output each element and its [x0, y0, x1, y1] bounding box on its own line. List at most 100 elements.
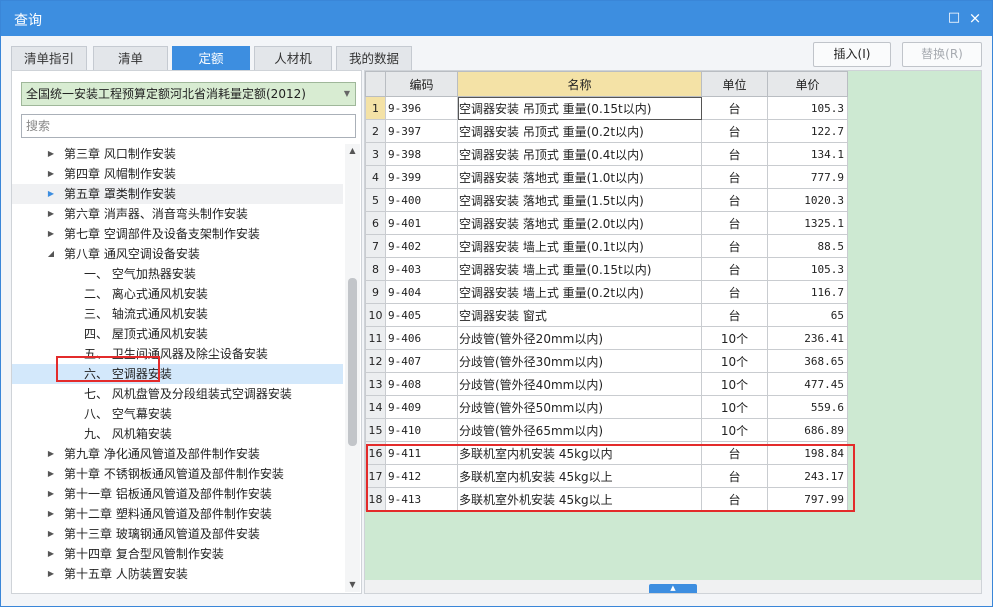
tab-my-data[interactable]: 我的数据 — [336, 46, 412, 70]
cell-code[interactable]: 9-402 — [385, 234, 458, 258]
table-row[interactable]: 3 9-398 空调器安装 吊顶式 重量(0.4t以内) 台 134.1 — [365, 142, 848, 166]
tree-scrollbar[interactable]: ▲ ▼ — [345, 144, 360, 592]
tree-section[interactable]: 九、 风机箱安装 — [12, 424, 343, 444]
row-number[interactable]: 12 — [365, 349, 386, 373]
grid-horizontal-scrollbar[interactable]: ▲ — [365, 580, 981, 593]
cell-code[interactable]: 9-399 — [385, 165, 458, 189]
tree-chapter[interactable]: ▶ 第六章 消声器、消音弯头制作安装 — [12, 204, 343, 224]
table-row[interactable]: 8 9-403 空调器安装 墙上式 重量(0.15t以内) 台 105.3 — [365, 257, 848, 281]
scroll-up-icon[interactable]: ▲ — [345, 144, 360, 158]
cell-code[interactable]: 9-407 — [385, 349, 458, 373]
cell-price[interactable]: 65 — [767, 303, 848, 327]
row-number[interactable]: 6 — [365, 211, 386, 235]
cell-name[interactable]: 空调器安装 墙上式 重量(0.15t以内) — [457, 257, 702, 281]
cell-code[interactable]: 9-401 — [385, 211, 458, 235]
table-row[interactable]: 5 9-400 空调器安装 落地式 重量(1.5t以内) 台 1020.3 — [365, 188, 848, 212]
cell-unit[interactable]: 台 — [701, 142, 768, 166]
table-row[interactable]: 12 9-407 分歧管(管外径30mm以内) 10个 368.65 — [365, 349, 848, 373]
cell-name[interactable]: 分歧管(管外径20mm以内) — [457, 326, 702, 350]
cell-name[interactable]: 空调器安装 吊顶式 重量(0.4t以内) — [457, 142, 702, 166]
row-number[interactable]: 1 — [365, 96, 386, 120]
close-icon[interactable]: × — [967, 10, 983, 26]
cell-name[interactable]: 空调器安装 窗式 — [457, 303, 702, 327]
table-row[interactable]: 6 9-401 空调器安装 落地式 重量(2.0t以内) 台 1325.1 — [365, 211, 848, 235]
tree-section[interactable]: 六、 空调器安装 — [12, 364, 343, 384]
cell-price[interactable]: 777.9 — [767, 165, 848, 189]
cell-code[interactable]: 9-400 — [385, 188, 458, 212]
cell-name[interactable]: 多联机室内机安装 45kg以上 — [457, 464, 702, 488]
table-row[interactable]: 17 9-412 多联机室内机安装 45kg以上台 243.17 — [365, 464, 848, 488]
chevron-down-icon[interactable]: ▼ — [344, 83, 350, 105]
insert-button[interactable]: 插入(I) — [813, 42, 891, 67]
cell-price[interactable]: 477.45 — [767, 372, 848, 396]
cell-price[interactable]: 686.89 — [767, 418, 848, 442]
cell-name[interactable]: 空调器安装 落地式 重量(2.0t以内) — [457, 211, 702, 235]
tab-list[interactable]: 清单 — [93, 46, 168, 70]
cell-price[interactable]: 797.99 — [767, 487, 848, 511]
table-row[interactable]: 10 9-405 空调器安装 窗式台 65 — [365, 303, 848, 327]
chevron-up-icon[interactable]: ▲ — [649, 584, 697, 593]
cell-unit[interactable]: 台 — [701, 211, 768, 235]
cell-name[interactable]: 空调器安装 吊顶式 重量(0.15t以内) — [457, 96, 702, 120]
table-row[interactable]: 11 9-406 分歧管(管外径20mm以内) 10个 236.41 — [365, 326, 848, 350]
maximize-icon[interactable]: □ — [946, 10, 962, 26]
scroll-down-icon[interactable]: ▼ — [345, 578, 360, 592]
row-number[interactable]: 11 — [365, 326, 386, 350]
cell-unit[interactable]: 台 — [701, 487, 768, 511]
chevron-right-icon[interactable]: ▶ — [46, 564, 56, 584]
quota-library-select[interactable]: 全国统一安装工程预算定额河北省消耗量定额(2012) ▼ — [21, 82, 356, 106]
chevron-right-icon[interactable]: ▶ — [46, 184, 56, 204]
header-unit[interactable]: 单位 — [701, 71, 768, 97]
cell-code[interactable]: 9-413 — [385, 487, 458, 511]
cell-unit[interactable]: 台 — [701, 257, 768, 281]
tree-section[interactable]: 二、 离心式通风机安装 — [12, 284, 343, 304]
tree-chapter[interactable]: ◢ 第八章 通风空调设备安装 — [12, 244, 343, 264]
cell-code[interactable]: 9-406 — [385, 326, 458, 350]
tree-chapter[interactable]: ▶ 第七章 空调部件及设备支架制作安装 — [12, 224, 343, 244]
tree-chapter[interactable]: ▶ 第五章 罩类制作安装 — [12, 184, 343, 204]
row-number[interactable]: 9 — [365, 280, 386, 304]
tree-section[interactable]: 四、 屋顶式通风机安装 — [12, 324, 343, 344]
cell-name[interactable]: 多联机室外机安装 45kg以上 — [457, 487, 702, 511]
cell-price[interactable]: 198.84 — [767, 441, 848, 465]
tab-quota[interactable]: 定额 — [172, 46, 250, 70]
row-number[interactable]: 8 — [365, 257, 386, 281]
chevron-right-icon[interactable]: ▶ — [46, 504, 56, 524]
tab-labor-material-machine[interactable]: 人材机 — [254, 46, 332, 70]
tree-chapter[interactable]: ▶ 第九章 净化通风管道及部件制作安装 — [12, 444, 343, 464]
cell-name[interactable]: 分歧管(管外径30mm以内) — [457, 349, 702, 373]
cell-unit[interactable]: 10个 — [701, 372, 768, 396]
cell-unit[interactable]: 10个 — [701, 395, 768, 419]
row-number[interactable]: 17 — [365, 464, 386, 488]
cell-unit[interactable]: 台 — [701, 234, 768, 258]
cell-price[interactable]: 116.7 — [767, 280, 848, 304]
cell-code[interactable]: 9-409 — [385, 395, 458, 419]
tree-chapter[interactable]: ▶ 第十四章 复合型风管制作安装 — [12, 544, 343, 564]
table-row[interactable]: 18 9-413 多联机室外机安装 45kg以上台 797.99 — [365, 487, 848, 511]
cell-unit[interactable]: 10个 — [701, 326, 768, 350]
cell-code[interactable]: 9-404 — [385, 280, 458, 304]
cell-code[interactable]: 9-405 — [385, 303, 458, 327]
cell-name[interactable]: 空调器安装 落地式 重量(1.0t以内) — [457, 165, 702, 189]
cell-price[interactable]: 236.41 — [767, 326, 848, 350]
cell-price[interactable]: 105.3 — [767, 257, 848, 281]
cell-code[interactable]: 9-408 — [385, 372, 458, 396]
cell-price[interactable]: 105.3 — [767, 96, 848, 120]
chevron-right-icon[interactable]: ▶ — [46, 164, 56, 184]
cell-price[interactable]: 122.7 — [767, 119, 848, 143]
tab-list-guide[interactable]: 清单指引 — [11, 46, 87, 70]
cell-code[interactable]: 9-398 — [385, 142, 458, 166]
cell-unit[interactable]: 10个 — [701, 349, 768, 373]
cell-code[interactable]: 9-403 — [385, 257, 458, 281]
chevron-right-icon[interactable]: ▶ — [46, 224, 56, 244]
tree-section[interactable]: 三、 轴流式通风机安装 — [12, 304, 343, 324]
cell-name[interactable]: 空调器安装 墙上式 重量(0.1t以内) — [457, 234, 702, 258]
row-number[interactable]: 4 — [365, 165, 386, 189]
tree-section[interactable]: 一、 空气加热器安装 — [12, 264, 343, 284]
cell-name[interactable]: 分歧管(管外径65mm以内) — [457, 418, 702, 442]
row-number[interactable]: 16 — [365, 441, 386, 465]
chevron-right-icon[interactable]: ▶ — [46, 144, 56, 164]
chevron-right-icon[interactable]: ▶ — [46, 444, 56, 464]
cell-name[interactable]: 多联机室内机安装 45kg以内 — [457, 441, 702, 465]
row-number[interactable]: 3 — [365, 142, 386, 166]
